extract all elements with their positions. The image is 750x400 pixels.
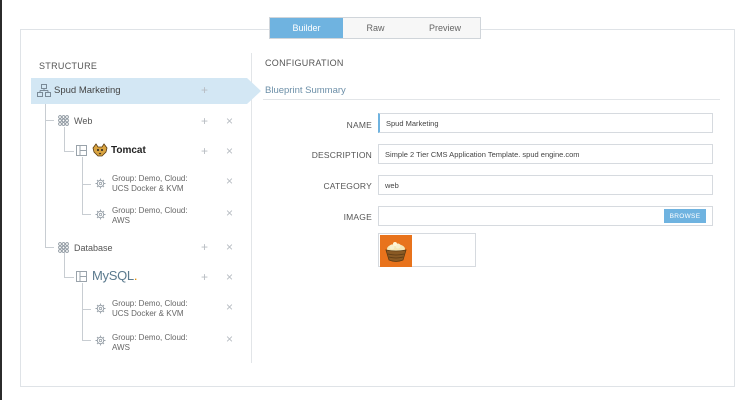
mysql-logo-dot: . bbox=[133, 268, 138, 283]
hierarchy-icon bbox=[37, 84, 51, 97]
name-field[interactable]: Spud Marketing bbox=[378, 113, 713, 133]
tree-root-label: Spud Marketing bbox=[54, 85, 121, 96]
structure-title: STRUCTURE bbox=[39, 61, 98, 71]
tier-database-add-button[interactable]: + bbox=[201, 241, 208, 253]
mysql-logo-text: MySQL bbox=[92, 268, 134, 283]
gear-icon bbox=[95, 303, 106, 314]
node-web-2-line2[interactable]: AWS bbox=[112, 216, 130, 226]
tree-line bbox=[45, 120, 54, 121]
blueprint-summary-heading: Blueprint Summary bbox=[265, 85, 346, 96]
image-field[interactable] bbox=[378, 206, 713, 226]
configuration-title: CONFIGURATION bbox=[265, 58, 344, 68]
tier-grid-icon bbox=[58, 115, 69, 126]
image-preview bbox=[378, 233, 476, 267]
gear-icon bbox=[95, 209, 106, 220]
tier-web-label[interactable]: Web bbox=[74, 116, 92, 126]
tier-database-label[interactable]: Database bbox=[74, 243, 113, 253]
tab-raw[interactable]: Raw bbox=[343, 18, 408, 38]
node-web-1-line2[interactable]: UCS Docker & KVM bbox=[112, 184, 184, 194]
tree-line bbox=[64, 127, 65, 151]
gear-icon bbox=[95, 178, 106, 189]
tree-line bbox=[82, 309, 91, 310]
node-db-2-remove-button[interactable]: × bbox=[226, 333, 233, 345]
tree-line bbox=[82, 214, 91, 215]
tab-builder[interactable]: Builder bbox=[270, 18, 343, 38]
component-mysql-remove-button[interactable]: × bbox=[226, 271, 233, 283]
tier-web-remove-button[interactable]: × bbox=[226, 115, 233, 127]
tree-line bbox=[82, 283, 83, 340]
tomcat-logo-icon bbox=[92, 143, 108, 157]
name-label: NAME bbox=[346, 120, 372, 130]
tier-web-add-button[interactable]: + bbox=[201, 115, 208, 127]
browse-button[interactable]: BROWSE bbox=[664, 209, 706, 223]
tree-line bbox=[82, 157, 83, 214]
window-edge bbox=[0, 0, 2, 400]
node-web-1-remove-button[interactable]: × bbox=[226, 175, 233, 187]
category-field[interactable]: web bbox=[378, 175, 713, 195]
component-box-icon bbox=[76, 271, 87, 282]
tier-grid-icon bbox=[58, 242, 69, 253]
tree-line bbox=[82, 340, 91, 341]
tab-preview[interactable]: Preview bbox=[408, 18, 482, 38]
component-mysql-logo[interactable]: MySQL. bbox=[92, 268, 137, 283]
tree-line bbox=[82, 184, 91, 185]
description-field[interactable]: Simple 2 Tier CMS Application Template. … bbox=[378, 144, 713, 164]
tree-line-root bbox=[45, 104, 46, 247]
node-db-1-line2[interactable]: UCS Docker & KVM bbox=[112, 309, 184, 319]
selected-arrow bbox=[247, 78, 261, 104]
image-label: IMAGE bbox=[343, 212, 372, 222]
component-tomcat-label[interactable]: Tomcat bbox=[111, 145, 146, 156]
node-db-2-line1[interactable]: Group: Demo, Cloud: bbox=[112, 333, 188, 343]
node-db-1-remove-button[interactable]: × bbox=[226, 301, 233, 313]
heading-divider bbox=[263, 99, 720, 100]
root-add-button[interactable]: + bbox=[201, 84, 208, 96]
component-tomcat-remove-button[interactable]: × bbox=[226, 145, 233, 157]
category-label: CATEGORY bbox=[323, 181, 372, 191]
node-db-1-line1[interactable]: Group: Demo, Cloud: bbox=[112, 299, 188, 309]
node-web-2-remove-button[interactable]: × bbox=[226, 207, 233, 219]
tier-database-remove-button[interactable]: × bbox=[226, 241, 233, 253]
component-box-icon bbox=[76, 145, 87, 156]
component-tomcat-add-button[interactable]: + bbox=[201, 145, 208, 157]
gear-icon bbox=[95, 335, 106, 346]
view-tabs: Builder Raw Preview bbox=[269, 17, 481, 39]
description-label: DESCRIPTION bbox=[311, 150, 372, 160]
blueprint-image-thumbnail bbox=[380, 235, 412, 267]
tree-line bbox=[64, 277, 74, 278]
node-db-2-line2[interactable]: AWS bbox=[112, 343, 130, 353]
potato-basket-icon bbox=[385, 242, 407, 262]
tree-line bbox=[45, 247, 54, 248]
node-web-2-line1[interactable]: Group: Demo, Cloud: bbox=[112, 206, 188, 216]
component-mysql-add-button[interactable]: + bbox=[201, 271, 208, 283]
node-web-1-line1[interactable]: Group: Demo, Cloud: bbox=[112, 174, 188, 184]
tree-line bbox=[64, 253, 65, 277]
tree-line bbox=[64, 151, 74, 152]
